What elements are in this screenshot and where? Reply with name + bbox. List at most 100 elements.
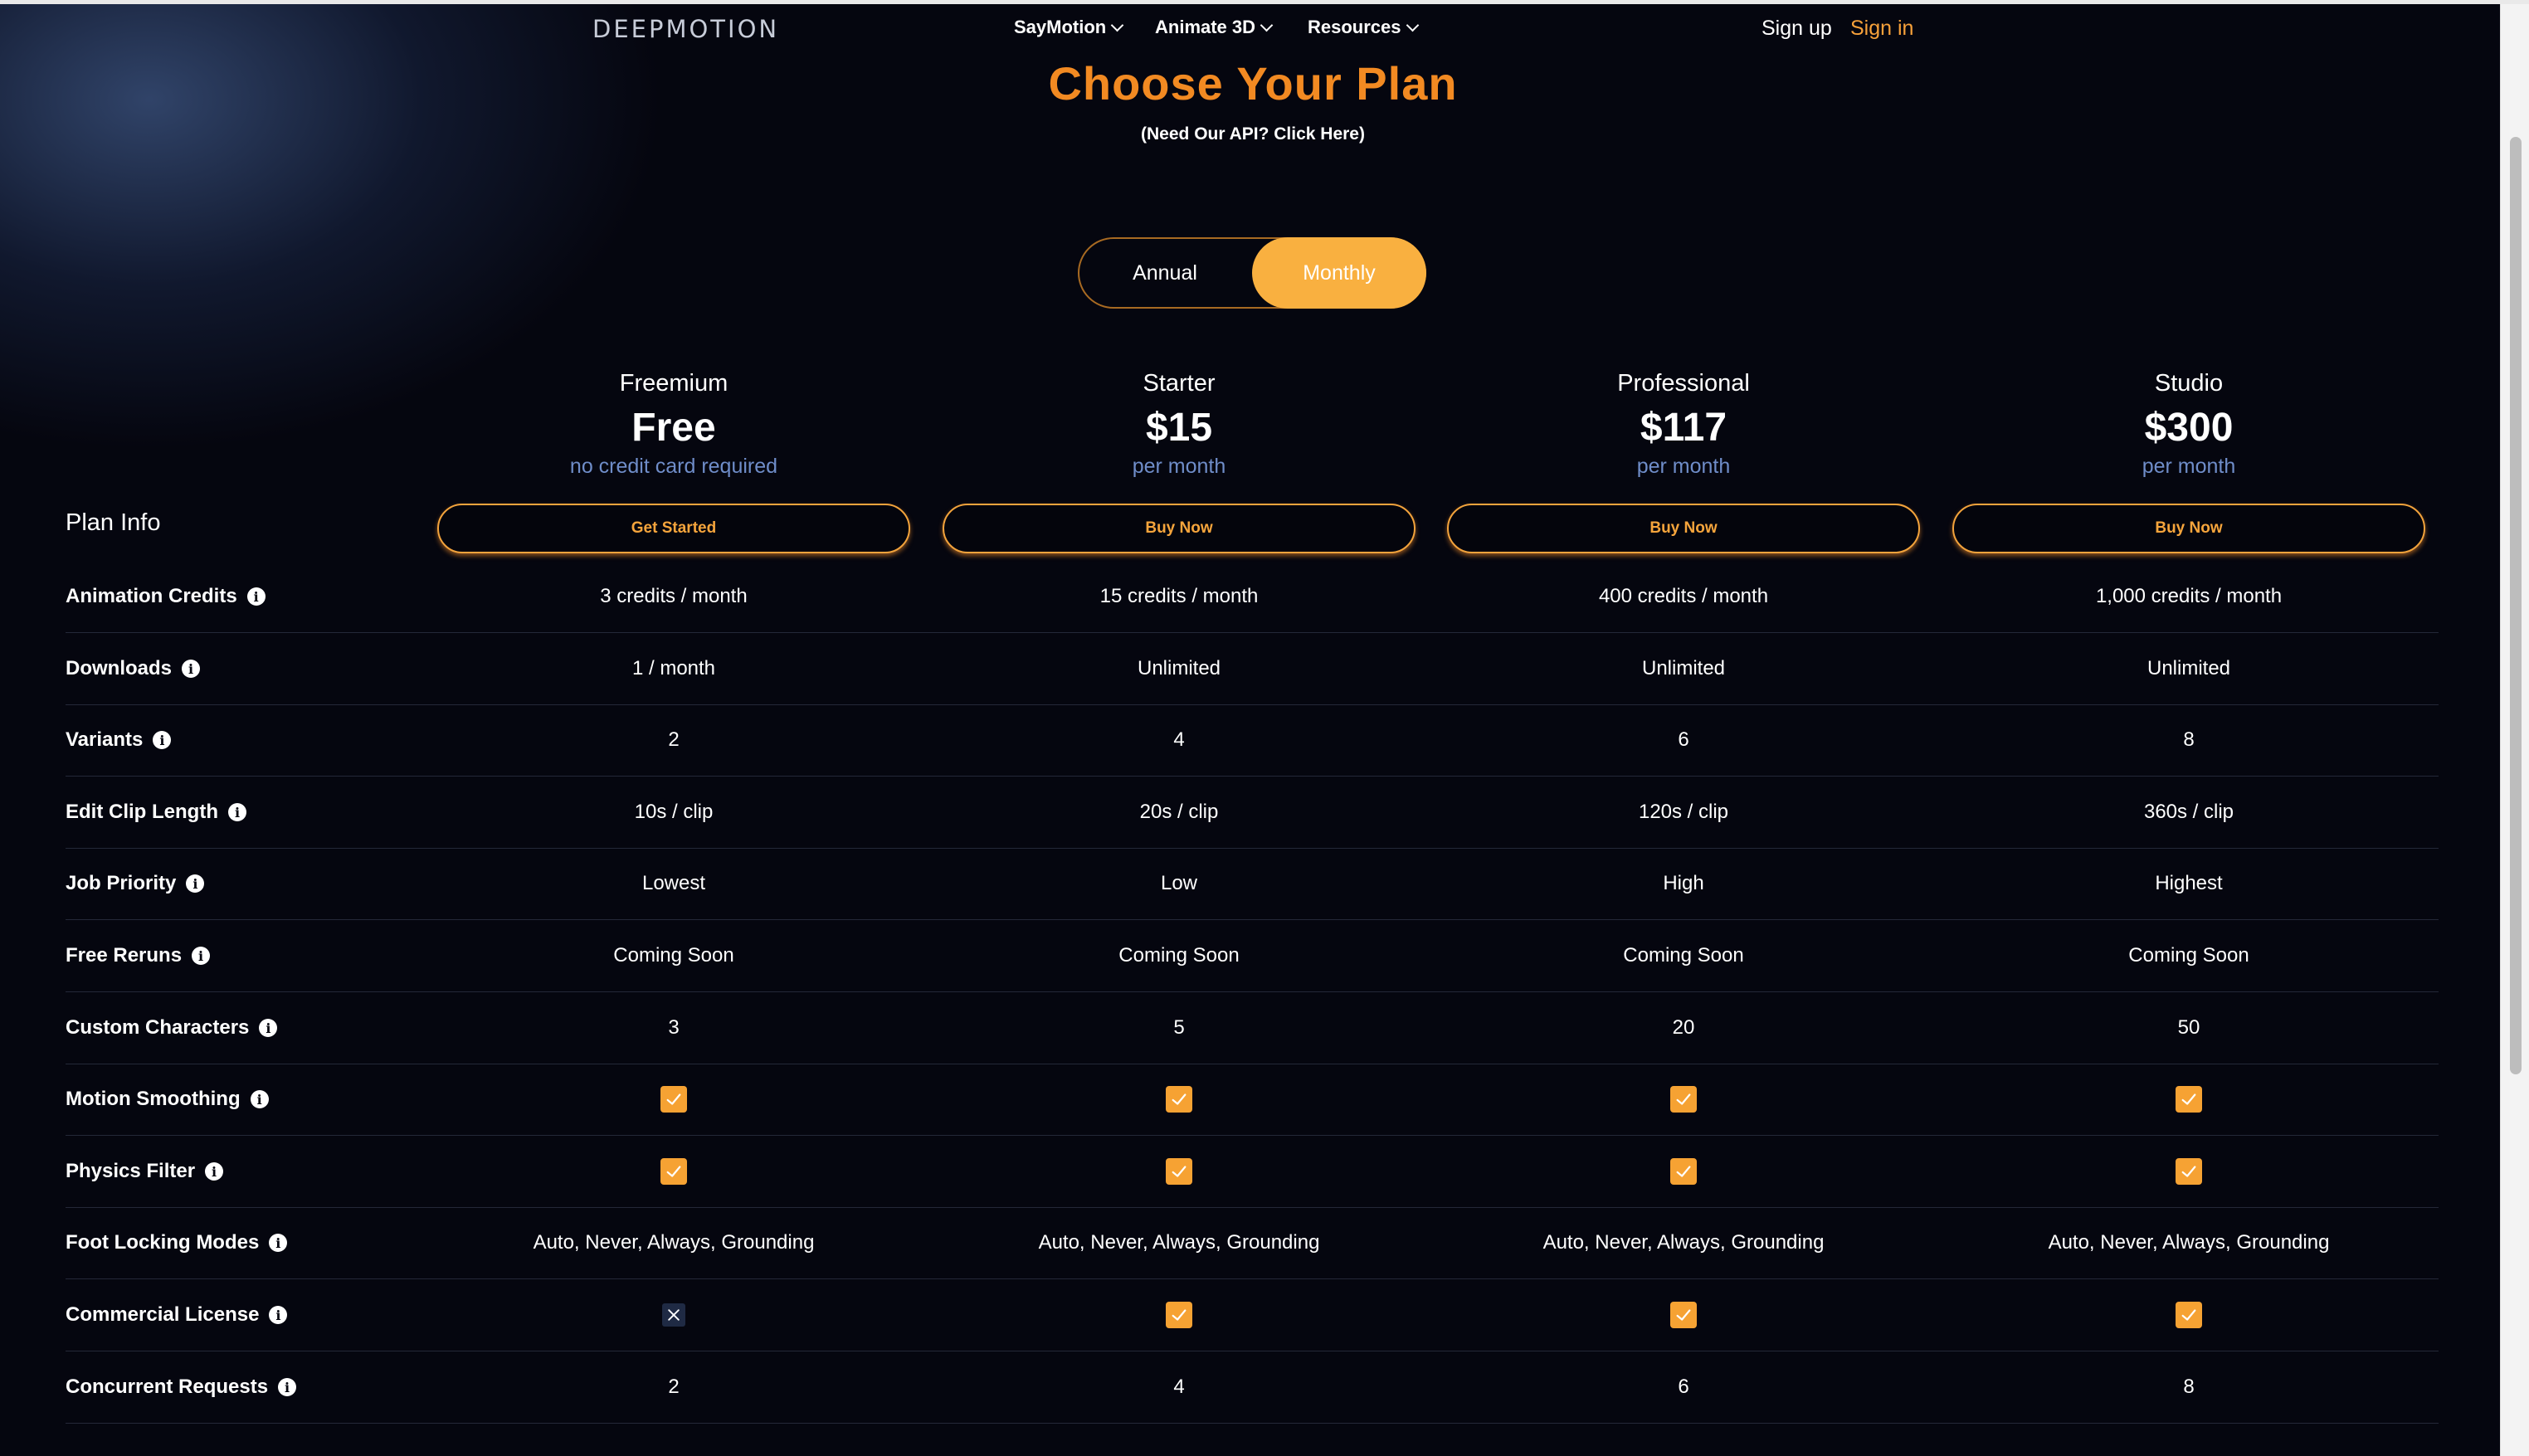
feature-row: Commercial License i bbox=[66, 1279, 2439, 1351]
feature-cell: 50 bbox=[2177, 1016, 2200, 1039]
get-started-button[interactable]: Get Started bbox=[437, 504, 910, 553]
feature-label-text: Motion Smoothing bbox=[66, 1088, 241, 1110]
feature-row: Free Reruns i Coming Soon Coming Soon Coming… bbox=[66, 920, 2439, 992]
feature-label-text: Job Priority bbox=[66, 872, 177, 894]
feature-label-text: Animation Credits bbox=[66, 585, 237, 607]
feature-label-text: Variants bbox=[66, 728, 144, 751]
nav-animate-3d-label: Animate 3D bbox=[1155, 17, 1256, 37]
plan-price-subtext: per month bbox=[2142, 455, 2236, 478]
feature-cell: 3 bbox=[668, 1016, 680, 1039]
feature-label: Job Priority i bbox=[66, 848, 205, 919]
scrollbar[interactable] bbox=[2500, 4, 2529, 1456]
feature-cell: 8 bbox=[2183, 1376, 2195, 1398]
buy-now-button[interactable]: Buy Now bbox=[1952, 504, 2425, 553]
buy-now-button[interactable]: Buy Now bbox=[1447, 504, 1920, 553]
feature-cell: 20 bbox=[1672, 1016, 1695, 1039]
checkmark-icon bbox=[1670, 1302, 1697, 1328]
checkmark-icon bbox=[660, 1086, 687, 1113]
info-icon[interactable]: i bbox=[250, 1090, 269, 1108]
feature-row: Job Priority i Lowest Low High Highest bbox=[66, 848, 2439, 920]
feature-cell: 1 / month bbox=[631, 657, 716, 679]
nav-resources[interactable]: Resources bbox=[1308, 17, 1419, 38]
feature-cell: Unlimited bbox=[1641, 657, 1726, 679]
scrollbar-thumb[interactable] bbox=[2510, 137, 2522, 1074]
feature-cell bbox=[1447, 1279, 1920, 1351]
feature-cell: 8 bbox=[2183, 728, 2195, 751]
toggle-annual[interactable]: Annual bbox=[1079, 239, 1250, 307]
feature-label: Edit Clip Length i bbox=[66, 777, 246, 848]
feature-label-text: Edit Clip Length bbox=[66, 801, 218, 823]
feature-cell: 15 credits / month bbox=[1099, 585, 1259, 607]
feature-label: Commercial License i bbox=[66, 1279, 288, 1351]
checkmark-icon bbox=[1670, 1086, 1697, 1113]
feature-cell: 2 bbox=[668, 1376, 680, 1398]
feature-label-text: Free Reruns bbox=[66, 944, 183, 967]
checkmark-icon bbox=[1166, 1086, 1192, 1113]
checkmark-icon bbox=[1166, 1302, 1192, 1328]
api-link[interactable]: (Need Our API? Click Here) bbox=[0, 124, 2506, 144]
nav-saymotion-label: SayMotion bbox=[1014, 17, 1107, 37]
checkmark-icon bbox=[2176, 1158, 2202, 1185]
chevron-down-icon bbox=[1406, 18, 1419, 32]
feature-label: Variants i bbox=[66, 704, 172, 776]
toggle-monthly[interactable]: Monthly bbox=[1252, 237, 1426, 309]
info-icon[interactable]: i bbox=[246, 587, 266, 606]
feature-cell: 360s / clip bbox=[2143, 801, 2234, 823]
checkmark-icon bbox=[2176, 1086, 2202, 1113]
cross-icon bbox=[662, 1303, 685, 1327]
info-icon[interactable]: i bbox=[192, 947, 211, 965]
plan-price: $300 bbox=[2144, 406, 2234, 450]
browser-top-edge bbox=[0, 0, 2529, 4]
feature-row: Variants i 2 4 6 8 bbox=[66, 704, 2439, 777]
feature-label-text: Foot Locking Modes bbox=[66, 1231, 260, 1254]
info-icon[interactable]: i bbox=[269, 1234, 288, 1252]
info-icon[interactable]: i bbox=[182, 660, 201, 678]
info-icon[interactable]: i bbox=[278, 1378, 297, 1396]
info-icon[interactable]: i bbox=[153, 731, 172, 749]
plan-price: $117 bbox=[1640, 406, 1727, 450]
feature-cell bbox=[1447, 1136, 1920, 1207]
feature-cell: 120s / clip bbox=[1638, 801, 1729, 823]
info-icon[interactable]: i bbox=[205, 1162, 224, 1181]
nav-animate-3d[interactable]: Animate 3D bbox=[1155, 17, 1274, 38]
nav-saymotion[interactable]: SayMotion bbox=[1014, 17, 1124, 38]
feature-label: Concurrent Requests i bbox=[66, 1351, 297, 1423]
feature-label: Motion Smoothing i bbox=[66, 1064, 269, 1135]
plan-name: Freemium bbox=[619, 370, 728, 397]
feature-cell: Auto, Never, Always, Grounding bbox=[1038, 1231, 1320, 1254]
plan-info-label: Plan Info bbox=[66, 509, 161, 536]
feature-cell bbox=[943, 1279, 1416, 1351]
feature-label: Animation Credits i bbox=[66, 561, 266, 632]
feature-label: Foot Locking Modes i bbox=[66, 1207, 288, 1278]
info-icon[interactable]: i bbox=[259, 1019, 278, 1037]
feature-label: Downloads i bbox=[66, 633, 201, 704]
info-icon[interactable]: i bbox=[269, 1306, 288, 1324]
feature-cell: 3 credits / month bbox=[600, 585, 748, 607]
deepmotion-logo[interactable]: DEEPMOTION bbox=[592, 15, 779, 43]
feature-label-text: Commercial License bbox=[66, 1303, 260, 1326]
plan-price-subtext: per month bbox=[1636, 455, 1731, 478]
feature-cell bbox=[437, 1064, 910, 1135]
info-icon[interactable]: i bbox=[186, 874, 205, 893]
feature-label-text: Downloads bbox=[66, 657, 173, 679]
sign-in-link[interactable]: Sign in bbox=[1850, 17, 1913, 41]
feature-label: Free Reruns i bbox=[66, 920, 211, 991]
feature-cell bbox=[437, 1136, 910, 1207]
feature-cell: 4 bbox=[1173, 728, 1185, 751]
feature-cell bbox=[1447, 1064, 1920, 1135]
plan-name: Professional bbox=[1617, 370, 1750, 397]
feature-cell: Unlimited bbox=[2146, 657, 2231, 679]
buy-now-button[interactable]: Buy Now bbox=[943, 504, 1416, 553]
feature-row: Motion Smoothing i bbox=[66, 1064, 2439, 1136]
billing-toggle: Annual Monthly bbox=[1078, 237, 1426, 309]
feature-label: Physics Filter i bbox=[66, 1136, 224, 1207]
feature-row: Physics Filter i bbox=[66, 1136, 2439, 1208]
plan-name: Starter bbox=[1143, 370, 1216, 397]
feature-cell bbox=[1952, 1136, 2425, 1207]
plan-price-subtext: per month bbox=[1132, 455, 1226, 478]
checkmark-icon bbox=[1670, 1158, 1697, 1185]
feature-cell: 1,000 credits / month bbox=[2095, 585, 2283, 607]
info-icon[interactable]: i bbox=[227, 803, 246, 821]
feature-row: Downloads i 1 / month Unlimited Unlimited Unl… bbox=[66, 633, 2439, 705]
sign-up-link[interactable]: Sign up bbox=[1762, 17, 1832, 41]
